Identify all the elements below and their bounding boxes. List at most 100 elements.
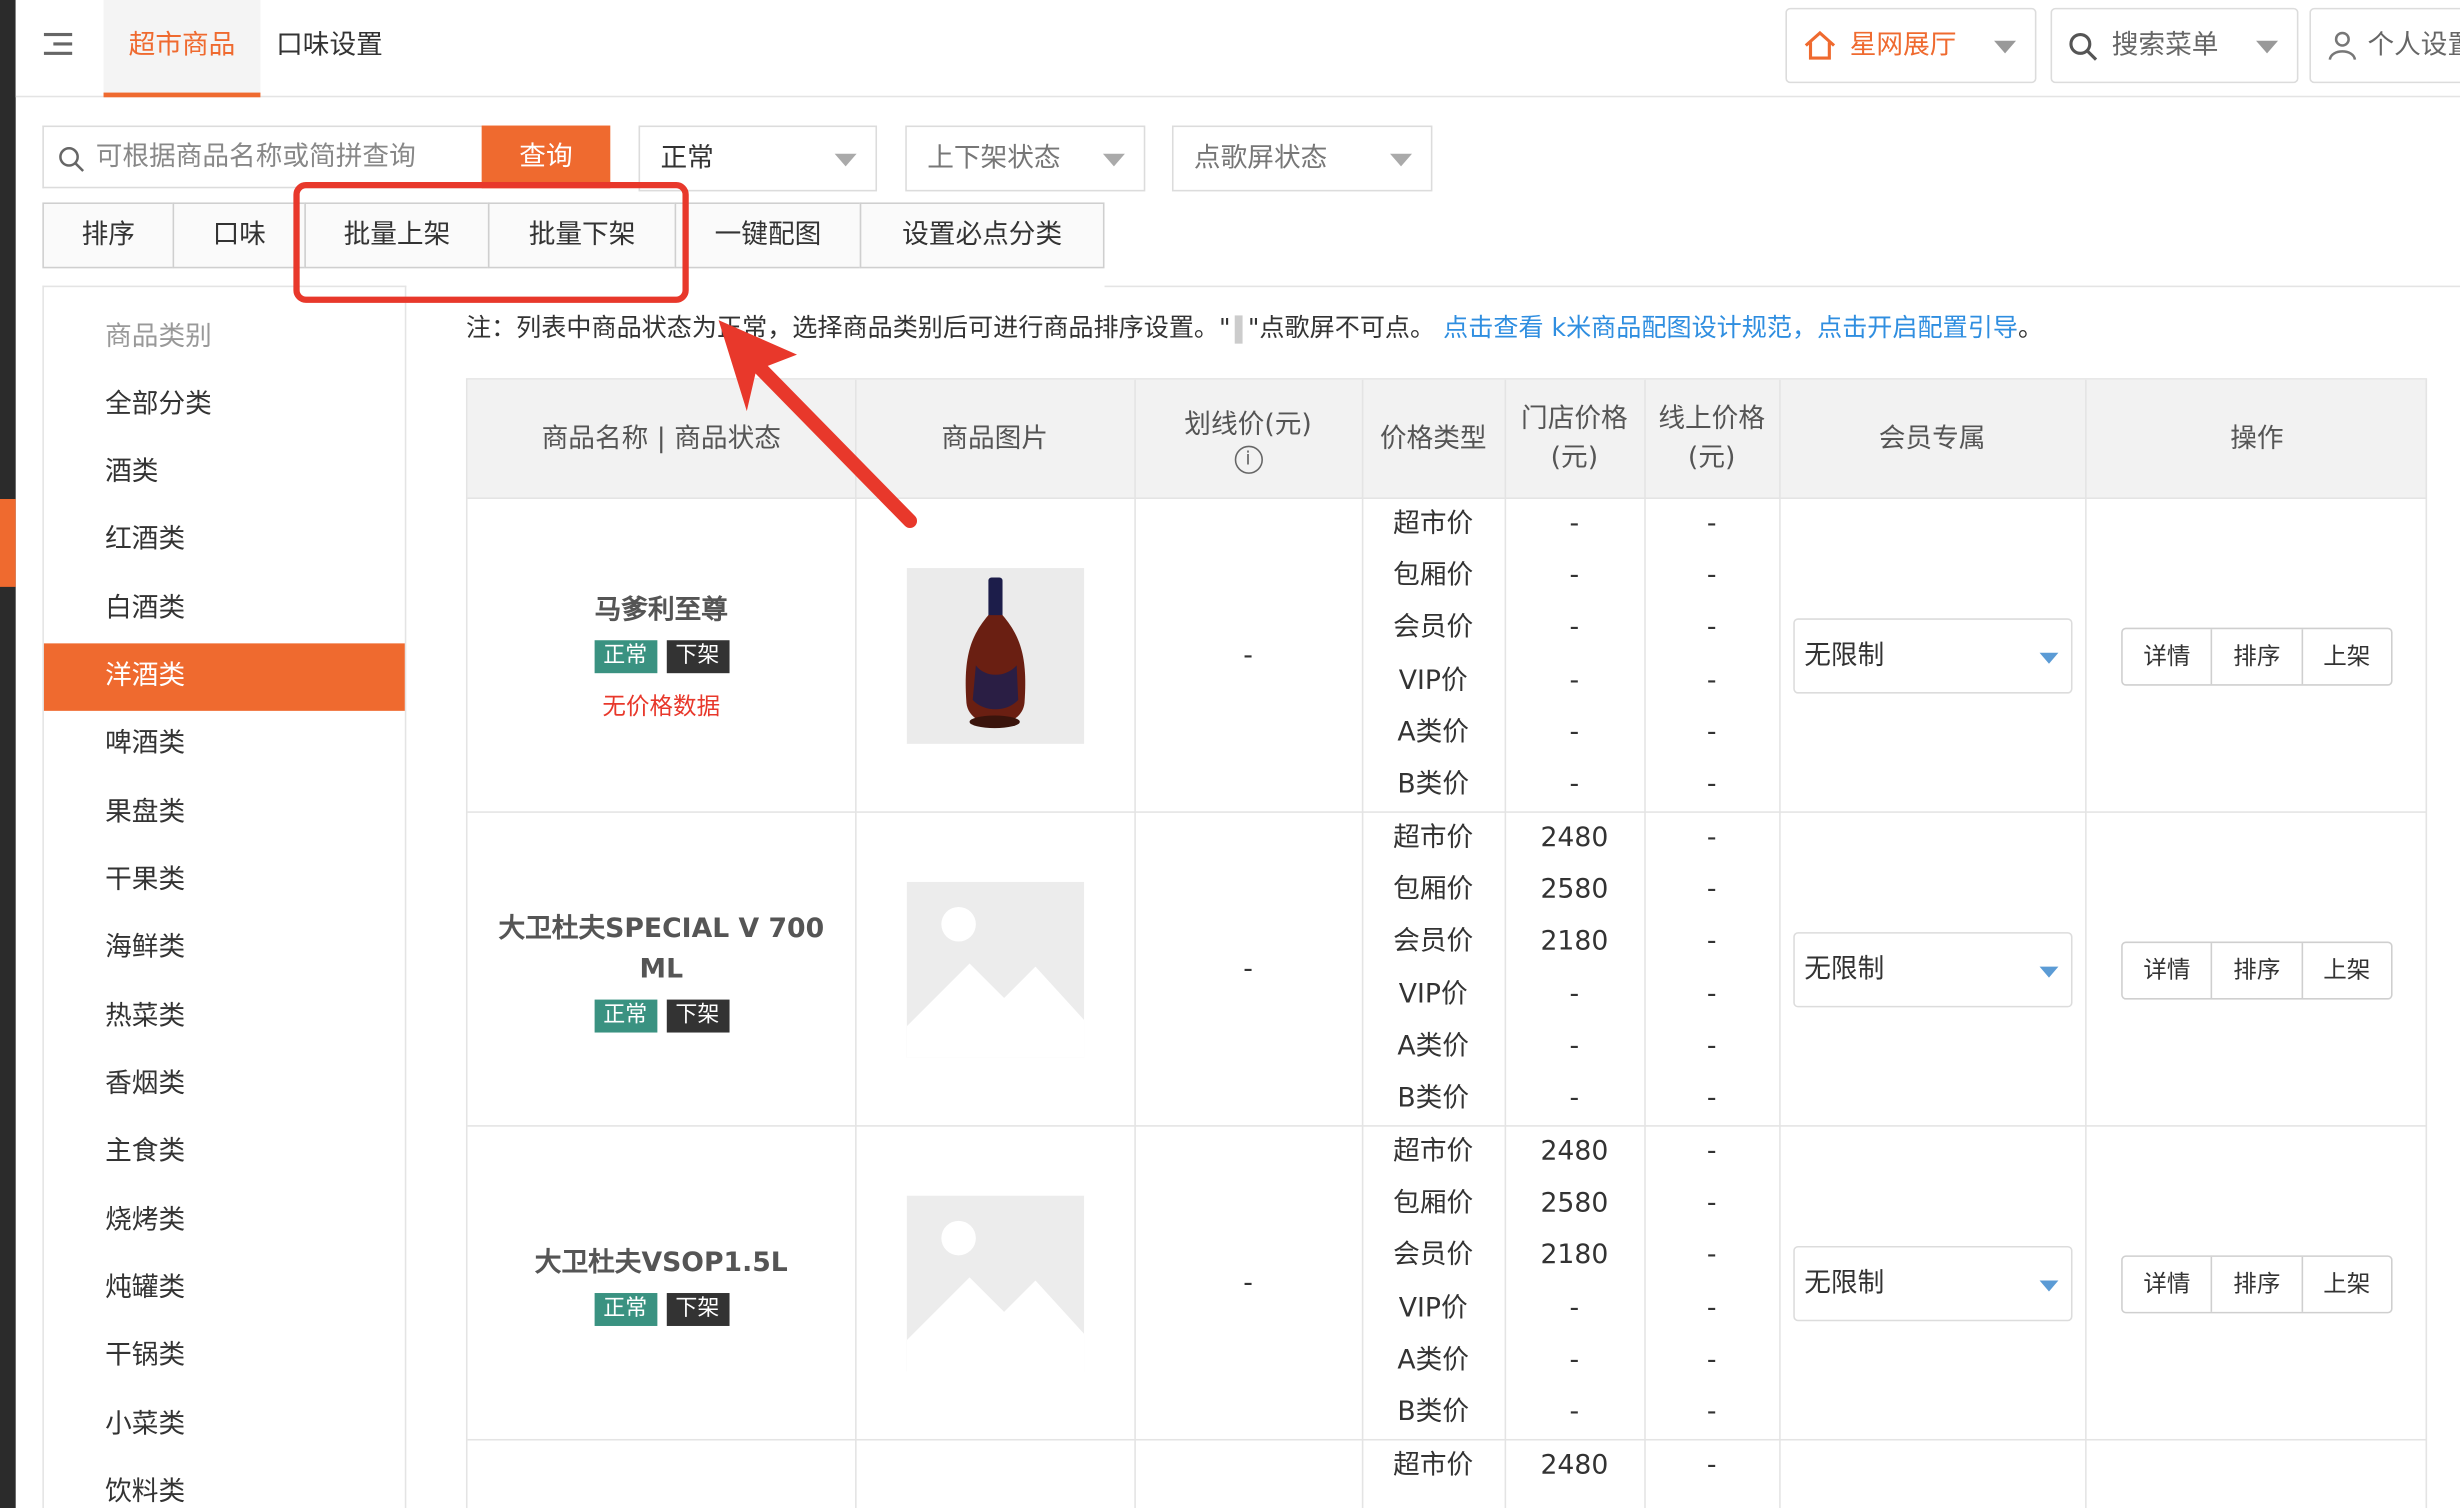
search-input[interactable]: 可根据商品名称或简拼查询: [42, 125, 484, 189]
online-price: -: [1706, 822, 1717, 854]
detail-button[interactable]: 详情: [2123, 629, 2211, 684]
sidebar-item-beer[interactable]: 啤酒类: [44, 711, 405, 778]
store-price-label: 门店价格: [1521, 403, 1628, 435]
sort-button[interactable]: 排序: [42, 202, 175, 269]
member-select[interactable]: 无限制: [1793, 1245, 2073, 1322]
on-shelf-button[interactable]: 上架: [2301, 629, 2391, 685]
sidebar-item-red-wine[interactable]: 红酒类: [44, 507, 405, 574]
price-type: A类价: [1397, 717, 1469, 749]
row-actions: 详情 排序 上架: [2121, 627, 2393, 686]
notice-middle: "点歌屏不可点。: [1247, 312, 1436, 343]
online-price: -: [1706, 611, 1717, 644]
app-window: 超市商品 口味设置 星网展厅 搜索菜单 个人设置 可根据商品名称或简拼查询 查询…: [0, 0, 2460, 1508]
store-price: -: [1569, 768, 1580, 801]
member-select-value: 无限制: [1804, 954, 1885, 986]
must-order-category-button[interactable]: 设置必点分类: [859, 202, 1105, 269]
store-price: 2180: [1540, 1239, 1609, 1272]
divider: [1104, 285, 2460, 288]
shelf-badge: 下架: [665, 1292, 729, 1326]
shelf-status-select[interactable]: 上下架状态: [905, 125, 1146, 192]
online-price: -: [1706, 560, 1717, 592]
auto-image-button[interactable]: 一键配图: [674, 202, 862, 269]
category-sidebar: 商品类别 全部分类 酒类 红酒类 白酒类 洋酒类 啤酒类 果盘类 干果类 海鲜类…: [42, 285, 407, 1508]
table-row: 大卫杜夫VSOP1.5L 正常 下架 - 超市价 包厢价 会员价 VIP价 A类价…: [467, 1127, 2426, 1441]
home-icon: [1804, 30, 1836, 60]
sidebar-item-staple-food[interactable]: 主食类: [44, 1119, 405, 1186]
store-price: -: [1569, 1344, 1580, 1377]
member-select-value: 无限制: [1804, 1267, 1885, 1300]
member-select[interactable]: 无限制: [1793, 618, 2073, 694]
sidebar-item-cigarettes[interactable]: 香烟类: [44, 1051, 405, 1118]
song-screen-status-select[interactable]: 点歌屏状态: [1171, 125, 1433, 192]
sidebar-item-nuts[interactable]: 干果类: [44, 847, 405, 914]
no-price-warning: 无价格数据: [602, 692, 721, 721]
sidebar-item-foreign-liquor[interactable]: 洋酒类: [43, 643, 405, 711]
on-shelf-button[interactable]: 上架: [2301, 1256, 2391, 1312]
on-shelf-button[interactable]: 上架: [2301, 943, 2391, 999]
price-type: VIP价: [1398, 1293, 1468, 1325]
sidebar-item-side-dishes[interactable]: 小菜类: [44, 1392, 405, 1459]
member-select[interactable]: 无限制: [1793, 932, 2073, 1008]
search-menu[interactable]: 搜索菜单: [2050, 7, 2299, 84]
strike-price-value: -: [1243, 640, 1253, 672]
bottle-photo[interactable]: [906, 568, 1084, 744]
query-button[interactable]: 查询: [481, 125, 611, 189]
product-name-cell: 大卫杜夫VSOP1.5L 正常 下架: [468, 1127, 856, 1441]
left-nav-strip: [0, 0, 16, 1508]
info-icon[interactable]: i: [1233, 444, 1263, 474]
product-image-cell: [855, 1127, 1134, 1441]
online-price: -: [1706, 665, 1717, 697]
row-sort-button[interactable]: 排序: [2211, 629, 2301, 685]
sidebar-item-dry-pot[interactable]: 干锅类: [44, 1323, 405, 1390]
online-price: -: [1706, 1187, 1717, 1220]
sidebar-item-bbq[interactable]: 烧烤类: [44, 1188, 405, 1255]
online-price: -: [1706, 768, 1717, 801]
store-price: 2180: [1540, 925, 1609, 958]
chevron-down-icon: [1390, 153, 1413, 167]
search-placeholder: 可根据商品名称或简拼查询: [95, 141, 416, 173]
config-guide-link[interactable]: 点击开启配置引导: [1817, 312, 2018, 342]
price-type: 会员价: [1393, 1239, 1474, 1272]
row-sort-button[interactable]: 排序: [2211, 943, 2301, 999]
online-price: -: [1706, 508, 1717, 540]
table-row: 大卫杜夫SPECIAL V 700 ML 正常 下架 - 超市价 包厢价 会员价 …: [467, 813, 2426, 1127]
profile-menu[interactable]: 个人设置: [2309, 7, 2460, 84]
sidebar-item-fruit-plate[interactable]: 果盘类: [44, 780, 405, 847]
price-type: 超市价: [1393, 508, 1474, 540]
store-label: 星网展厅: [1849, 29, 1957, 62]
detail-button[interactable]: 详情: [2123, 943, 2211, 998]
sidebar-item-liquor[interactable]: 酒类: [44, 439, 405, 506]
sidebar-item-drinks[interactable]: 饮料类: [44, 1459, 405, 1508]
sidebar-item-all[interactable]: 全部分类: [44, 372, 405, 439]
tab-supermarket-goods[interactable]: 超市商品: [103, 0, 261, 98]
placeholder-image-icon[interactable]: [906, 881, 1084, 1058]
product-name: 大卫杜夫VSOP1.5L: [534, 1246, 788, 1279]
top-bar: 超市商品 口味设置 星网展厅 搜索菜单 个人设置: [15, 0, 2460, 98]
sidebar-item-baijiu[interactable]: 白酒类: [44, 576, 405, 643]
menu-toggle-icon[interactable]: [43, 28, 75, 59]
store-selector[interactable]: 星网展厅: [1785, 7, 2037, 84]
tab-flavor-settings[interactable]: 口味设置: [276, 0, 402, 97]
design-spec-link[interactable]: 点击查看 k米商品配图设计规范，: [1443, 312, 1817, 342]
online-price: -: [1706, 1239, 1717, 1272]
detail-button[interactable]: 详情: [2123, 1257, 2211, 1312]
chevron-down-icon: [2256, 40, 2279, 54]
shelf-status-placeholder: 上下架状态: [927, 142, 1061, 175]
online-price: -: [1706, 1293, 1717, 1325]
status-badge: 正常: [593, 998, 657, 1032]
placeholder-image-icon[interactable]: [906, 1195, 1084, 1372]
sidebar-item-stew-pot[interactable]: 炖罐类: [44, 1255, 405, 1322]
store-price: -: [1569, 1293, 1580, 1325]
flavor-button[interactable]: 口味: [172, 202, 306, 269]
col-header-ops: 操作: [2230, 422, 2284, 455]
sidebar-header: 商品类别: [105, 321, 212, 354]
store-price: 2480: [1540, 822, 1609, 854]
chevron-down-icon: [1102, 153, 1125, 167]
store-price: -: [1569, 1030, 1580, 1063]
product-image-cell: [855, 499, 1134, 813]
row-sort-button[interactable]: 排序: [2211, 1256, 2301, 1312]
price-type: 超市价: [1393, 1136, 1474, 1168]
sidebar-item-hot-dishes[interactable]: 热菜类: [44, 984, 405, 1051]
sidebar-item-seafood[interactable]: 海鲜类: [44, 915, 405, 982]
store-price: -: [1569, 979, 1580, 1011]
